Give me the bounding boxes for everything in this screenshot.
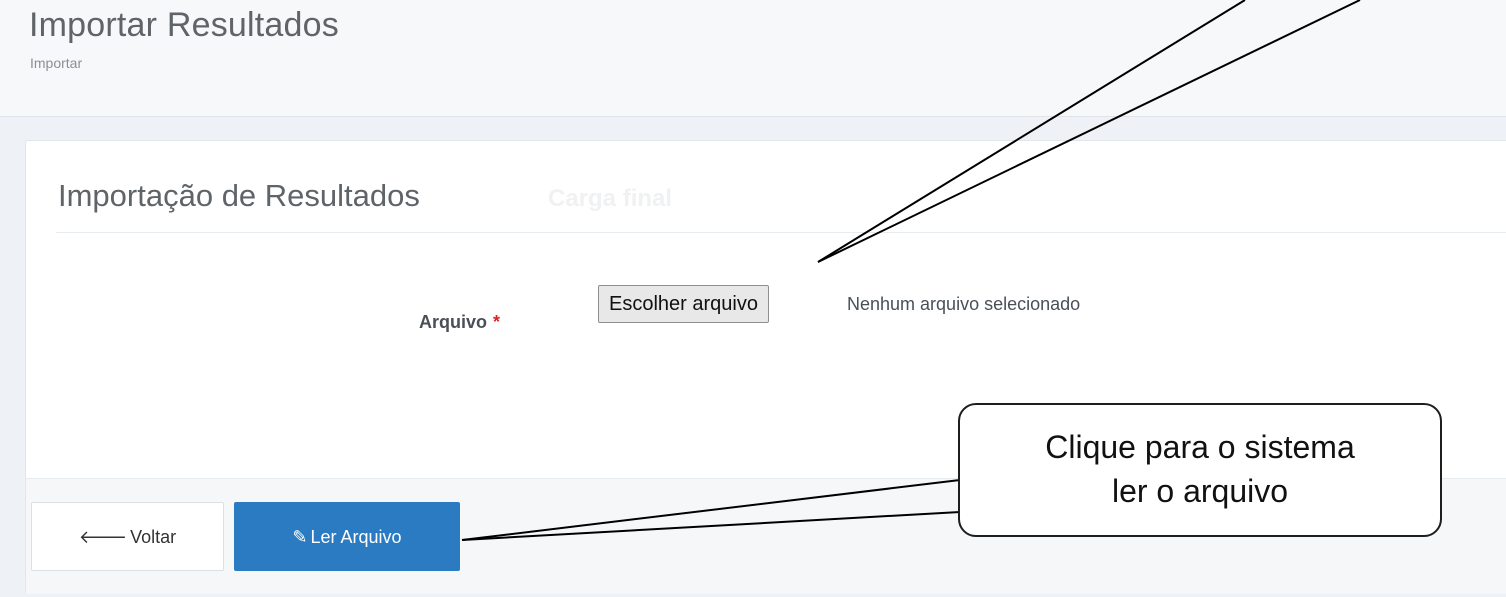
file-field-label: Arquivo * (419, 312, 500, 333)
panel-title: Importação de Resultados (58, 178, 420, 213)
panel-subtitle: Carga final (548, 185, 673, 212)
page-header: Importar Resultados Importar (0, 0, 1506, 117)
read-file-button[interactable]: ✎ Ler Arquivo (234, 502, 460, 571)
callout-line-1: Clique para o sistema (1045, 429, 1355, 465)
callout-line-2: ler o arquivo (1111, 473, 1289, 509)
title-divider (56, 232, 1506, 233)
back-button-label: Voltar (130, 527, 177, 547)
callout-box: Clique para o sistema ler o arquivo (958, 403, 1442, 537)
page-title: Importar Resultados (29, 6, 339, 44)
choose-file-button[interactable]: Escolher arquivo (598, 285, 769, 323)
file-label-text: Arquivo (419, 312, 488, 332)
back-button[interactable]: 🡐 Voltar (31, 502, 224, 571)
arrow-left-icon: 🡐 (78, 527, 128, 547)
read-file-button-label: Ler Arquivo (310, 527, 402, 547)
breadcrumb[interactable]: Importar (30, 55, 82, 71)
required-mark: * (493, 312, 501, 332)
file-status-text: Nenhum arquivo selecionado (847, 294, 1081, 314)
pencil-icon: ✎ (292, 527, 308, 547)
